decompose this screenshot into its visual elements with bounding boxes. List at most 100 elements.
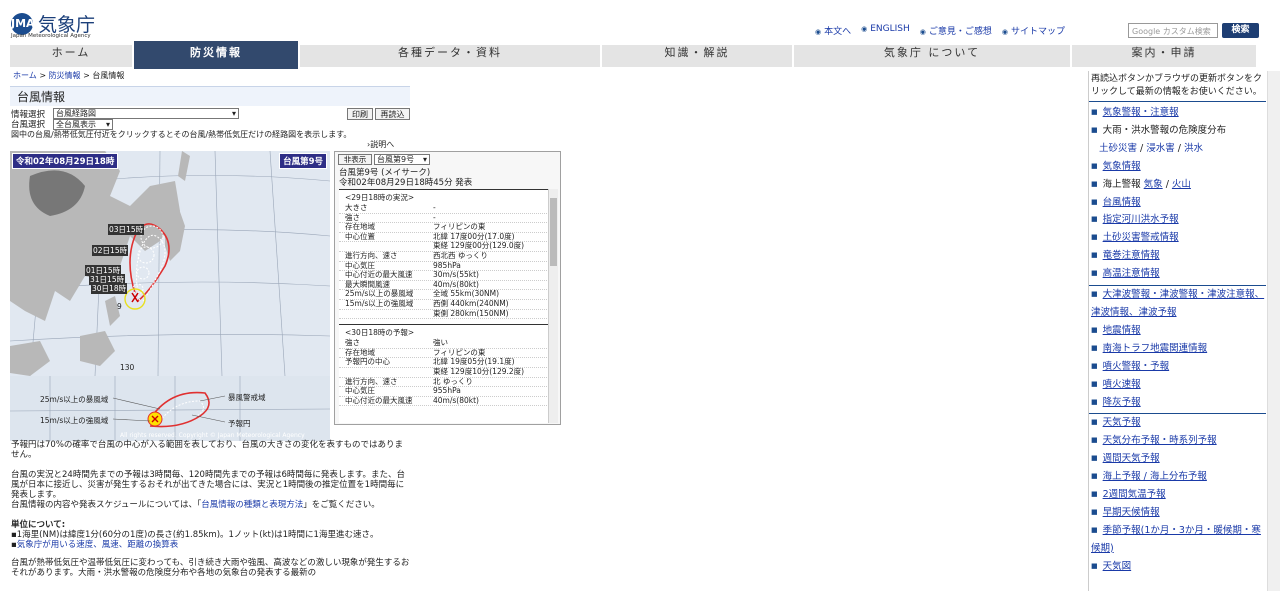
row-key: 強さ — [345, 212, 360, 222]
row-key: 中心気圧 — [345, 260, 375, 270]
unit-note: 1海里(NM)は緯度1分(60分の1度)の長さ(約1.85km)。1ノット(kt… — [11, 530, 411, 540]
typhoon-number-label: 9 — [117, 302, 122, 311]
sidebar-item[interactable]: 土砂災害警戒情報 — [1089, 229, 1266, 247]
sidebar-list: 気象警報・注意報大雨・洪水警報の危険度分布土砂災害 / 浸水害 / 洪水気象情報… — [1089, 102, 1266, 576]
sidebar-item[interactable]: 大津波警報・津波警報・津波注意報、津波情報、津波予報 — [1089, 286, 1266, 322]
link-english[interactable]: ENGLISH — [861, 24, 910, 37]
explain-link[interactable]: ›説明へ — [367, 139, 394, 150]
sidebar-item[interactable]: 指定河川洪水予報 — [1089, 211, 1266, 229]
row-key — [339, 368, 433, 377]
nav-bousai[interactable]: 防災情報 — [134, 41, 300, 69]
forecast-rows: 強さ 強い 存在地域 フィリピンの東 予報円の中心 北緯 19度05分(19.1度) 東経 … — [339, 338, 549, 407]
sidebar-item[interactable]: 南海トラフ地震関連情報 — [1089, 340, 1266, 358]
jma-logo-icon[interactable]: JMA — [11, 13, 35, 35]
breadcrumb-current: 台風情報 — [92, 71, 125, 80]
search-button[interactable]: 検索 — [1222, 23, 1259, 38]
page-scrollbar[interactable] — [1267, 71, 1280, 591]
sidebar-item[interactable]: 噴火速報 — [1089, 376, 1266, 394]
sidebar-item[interactable]: 天気図 — [1089, 558, 1266, 576]
table-row: 中心付近の最大風速 40m/s(80kt) — [339, 395, 549, 407]
legend-forecast-circle: 予報円 — [228, 419, 251, 428]
row-value: 西側 440km(240NM) — [433, 298, 509, 308]
sidebar-item[interactable]: 海上警報 気象 / 火山 — [1089, 176, 1266, 194]
sidebar-item[interactable]: 竜巻注意情報 — [1089, 247, 1266, 265]
link-sitemap[interactable]: サイトマップ — [1002, 24, 1065, 37]
legend-storm-area: 25m/s以上の暴風域 — [40, 395, 109, 404]
sidebar-item[interactable]: 天気分布予報・時系列予報 — [1089, 432, 1266, 450]
link-main-content[interactable]: 本文へ — [815, 24, 851, 37]
sidebar-item[interactable]: 週間天気予報 — [1089, 450, 1266, 468]
typhoon-track-map[interactable]: 令和02年08月29日18時 台風第9号 03日15時 02日15時 01日15… — [10, 151, 330, 441]
sidebar-subitem[interactable]: 気象 — [1144, 179, 1163, 190]
hide-button[interactable]: 非表示 — [338, 154, 372, 165]
sidebar-item[interactable]: 天気予報 — [1089, 414, 1266, 432]
track-label-03: 03日15時 — [108, 224, 145, 235]
text-forecast-circle: 予報円は70%の確率で台風の中心が入る範囲を表しており、台風の大きさの変化を表す… — [11, 440, 404, 460]
print-button[interactable]: 印刷 — [347, 108, 373, 120]
nav-guide[interactable]: 案内・申請 — [1072, 45, 1258, 67]
sidebar-item[interactable]: 台風情報 — [1089, 194, 1266, 212]
sidebar-item[interactable]: 大雨・洪水警報の危険度分布 — [1089, 122, 1266, 140]
link-feedback[interactable]: ご意見・ご感想 — [920, 24, 992, 37]
sidebar-item[interactable]: 季節予報(1か月・3か月・暖候期・寒候期) — [1089, 522, 1266, 558]
track-label-02: 02日15時 — [92, 245, 129, 256]
row-key: 予報円の中心 — [345, 357, 390, 367]
header: JMA 気象庁 Japan Meteorological Agency 本文へ … — [0, 0, 1280, 42]
link-info-types[interactable]: 台風情報の種類と表現方法 — [201, 500, 303, 510]
sidebar-subitem[interactable]: 火山 — [1172, 179, 1191, 190]
sidebar-item[interactable]: 早期天候情報 — [1089, 504, 1266, 522]
sidebar-item[interactable]: 気象情報 — [1089, 158, 1266, 176]
sidebar-item[interactable]: 海上予報 / 海上分布予報 — [1089, 468, 1266, 486]
sidebar-subitem[interactable]: 土砂災害 — [1099, 143, 1137, 154]
page-title: 台風情報 — [10, 86, 410, 106]
table-row: 大きさ - — [339, 203, 549, 214]
row-value: 30m/s(55kt) — [433, 270, 479, 280]
row-key: 進行方向、速さ — [345, 376, 398, 386]
reload-button[interactable]: 再読込 — [375, 108, 410, 120]
text-warning: 台風が熱帯低気圧や温帯低気圧に変わっても、引き続き大雨や強風、高波などの激しい現… — [11, 558, 410, 578]
map-typhoon-label: 台風第9号 — [279, 153, 327, 169]
search-input[interactable]: Google カスタム検索 — [1128, 23, 1218, 38]
row-key: 強さ — [345, 338, 360, 348]
panel-scrollbar[interactable] — [548, 189, 558, 423]
row-key — [339, 310, 433, 319]
breadcrumb-home[interactable]: ホーム — [13, 71, 37, 80]
sidebar-subitem[interactable]: 浸水害 — [1146, 143, 1175, 154]
row-value: フィリピンの東 — [433, 222, 486, 232]
sidebar-item[interactable]: 降灰予報 — [1089, 394, 1266, 412]
unit-title: 単位について: — [11, 520, 66, 530]
longitude-tick: 130 — [120, 363, 135, 372]
link-conversion-table[interactable]: 気象庁が用いる速度、風速、距離の換算表 — [17, 540, 179, 550]
sidebar-item[interactable]: 気象警報・注意報 — [1089, 104, 1266, 122]
unit-link-item: 気象庁が用いる速度、風速、距離の換算表 — [11, 540, 411, 550]
row-value: - — [433, 212, 436, 222]
row-key: 進行方向、速さ — [345, 250, 398, 260]
row-value: 955hPa — [433, 386, 461, 396]
section-forecast: <30日18時の予報> — [339, 324, 549, 340]
info-select[interactable]: 台風経路図 — [53, 108, 239, 119]
section-current: <29日18時の実況> — [339, 189, 549, 204]
sidebar-item[interactable]: 2週間気温予報 — [1089, 486, 1266, 504]
sidebar-item[interactable]: 噴火警報・予報 — [1089, 358, 1266, 376]
nav-data[interactable]: 各種データ・資料 — [300, 45, 602, 67]
row-value: 西北西 ゆっくり — [433, 250, 488, 260]
row-value: 強い — [433, 338, 448, 348]
row-key: 中心付近の最大風速 — [345, 395, 413, 405]
scroll-thumb[interactable] — [550, 198, 557, 266]
sidebar-subitem[interactable]: 洪水 — [1184, 143, 1203, 154]
nav-knowledge[interactable]: 知識・解説 — [602, 45, 794, 67]
row-value: 東経 129度10分(129.2度) — [433, 366, 525, 376]
sidebar-item[interactable]: 地震情報 — [1089, 322, 1266, 340]
row-value: 東側 280km(150NM) — [433, 308, 509, 318]
row-value: 東経 129度00分(129.0度) — [433, 241, 525, 251]
nav-home[interactable]: ホーム — [10, 45, 134, 67]
header-links: 本文へ ENGLISH ご意見・ご感想 サイトマップ — [815, 24, 1065, 37]
row-key: 大きさ — [345, 203, 368, 212]
sidebar-subitems: 土砂災害 / 浸水害 / 洪水 — [1099, 142, 1204, 154]
nav-about[interactable]: 気象庁 について — [794, 45, 1072, 67]
info-table: <29日18時の実況> 大きさ - 強さ - 存在地域 フィリピンの東 中心位置 北緯 17度… — [339, 189, 549, 423]
panel-typhoon-select[interactable]: 台風第9号 — [374, 154, 430, 165]
breadcrumb-bousai[interactable]: 防災情報 — [49, 71, 81, 80]
map-copyright: All rights reserved. Copyright © Japan M… — [120, 432, 305, 439]
sidebar-item[interactable]: 高温注意情報 — [1089, 265, 1266, 283]
